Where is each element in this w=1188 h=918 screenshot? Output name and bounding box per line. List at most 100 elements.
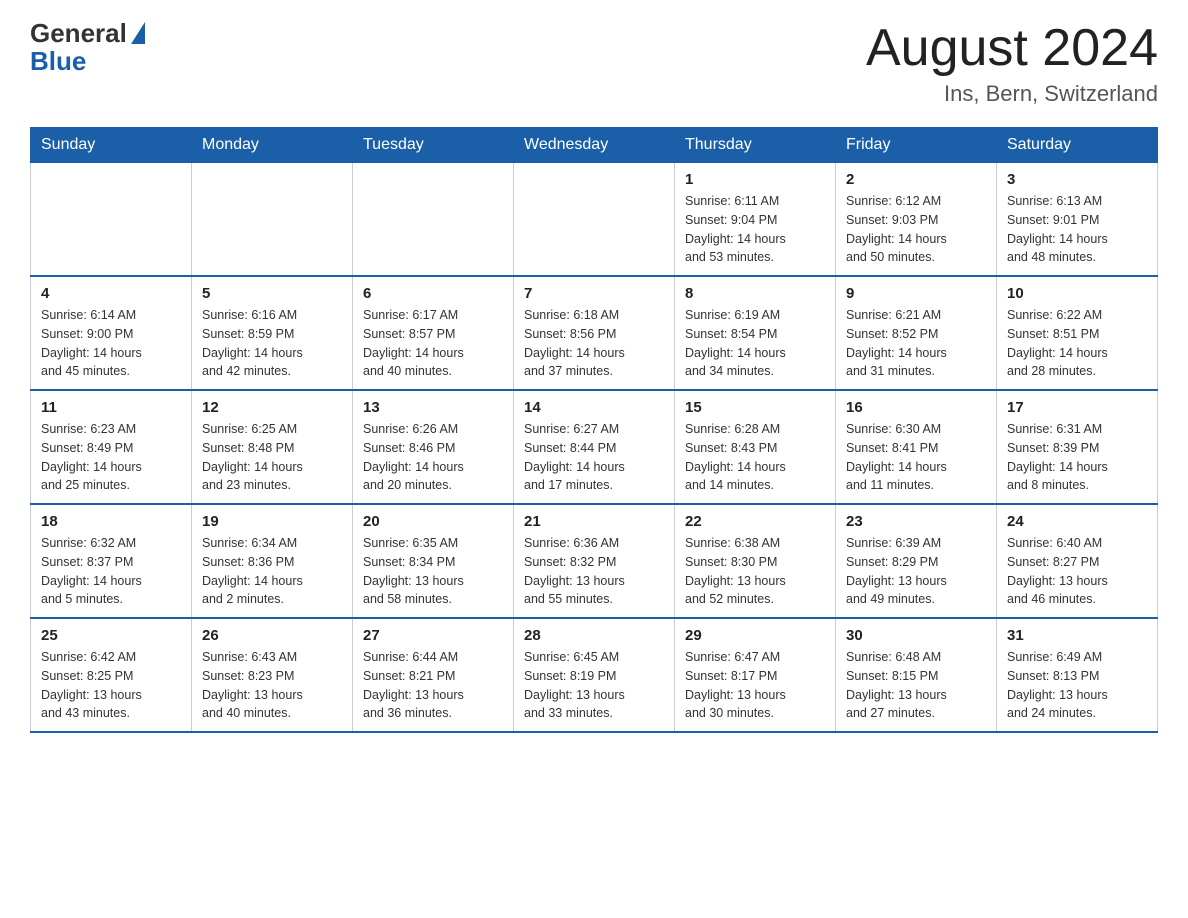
calendar-cell: 18 Sunrise: 6:32 AMSunset: 8:37 PMDayligh… xyxy=(31,504,192,618)
header-thursday: Thursday xyxy=(675,128,836,163)
day-number: 8 xyxy=(685,285,825,302)
day-number: 1 xyxy=(685,171,825,188)
calendar-cell: 25 Sunrise: 6:42 AMSunset: 8:25 PMDayligh… xyxy=(31,618,192,732)
day-number: 25 xyxy=(41,627,181,644)
calendar-cell: 30Sunrise: 6:48 AMSunset: 8:15 PMDayligh… xyxy=(836,618,997,732)
calendar-cell: 11 Sunrise: 6:23 AMSunset: 8:49 PMDayligh… xyxy=(31,390,192,504)
day-number: 13 xyxy=(363,399,503,416)
calendar-cell: 6Sunrise: 6:17 AMSunset: 8:57 PMDaylight… xyxy=(353,276,514,390)
day-info: Sunrise: 6:47 AMSunset: 8:17 PMDaylight:… xyxy=(685,648,825,723)
header-tuesday: Tuesday xyxy=(353,128,514,163)
day-info: Sunrise: 6:18 AMSunset: 8:56 PMDaylight:… xyxy=(524,306,664,381)
calendar-cell: 5 Sunrise: 6:16 AMSunset: 8:59 PMDaylight… xyxy=(192,276,353,390)
day-number: 21 xyxy=(524,513,664,530)
day-info: Sunrise: 6:30 AMSunset: 8:41 PMDaylight:… xyxy=(846,420,986,495)
title-block: August 2024 Ins, Bern, Switzerland xyxy=(866,20,1158,107)
calendar-week-2: 4 Sunrise: 6:14 AMSunset: 9:00 PMDaylight… xyxy=(31,276,1158,390)
calendar-cell: 3 Sunrise: 6:13 AMSunset: 9:01 PMDaylight… xyxy=(997,163,1158,277)
calendar-cell: 7 Sunrise: 6:18 AMSunset: 8:56 PMDaylight… xyxy=(514,276,675,390)
day-info: Sunrise: 6:39 AMSunset: 8:29 PMDaylight:… xyxy=(846,534,986,609)
day-info: Sunrise: 6:40 AMSunset: 8:27 PMDaylight:… xyxy=(1007,534,1147,609)
day-info: Sunrise: 6:42 AMSunset: 8:25 PMDaylight:… xyxy=(41,648,181,723)
day-info: Sunrise: 6:25 AMSunset: 8:48 PMDaylight:… xyxy=(202,420,342,495)
calendar-header-row: SundayMondayTuesdayWednesdayThursdayFrid… xyxy=(31,128,1158,163)
calendar-cell xyxy=(514,163,675,277)
day-number: 12 xyxy=(202,399,342,416)
day-number: 17 xyxy=(1007,399,1147,416)
day-number: 20 xyxy=(363,513,503,530)
day-info: Sunrise: 6:11 AMSunset: 9:04 PMDaylight:… xyxy=(685,192,825,267)
day-number: 14 xyxy=(524,399,664,416)
day-info: Sunrise: 6:13 AMSunset: 9:01 PMDaylight:… xyxy=(1007,192,1147,267)
day-info: Sunrise: 6:16 AMSunset: 8:59 PMDaylight:… xyxy=(202,306,342,381)
day-info: Sunrise: 6:19 AMSunset: 8:54 PMDaylight:… xyxy=(685,306,825,381)
header-saturday: Saturday xyxy=(997,128,1158,163)
header-monday: Monday xyxy=(192,128,353,163)
logo: General Blue xyxy=(30,20,145,77)
day-number: 2 xyxy=(846,171,986,188)
day-info: Sunrise: 6:17 AMSunset: 8:57 PMDaylight:… xyxy=(363,306,503,381)
calendar-cell: 21 Sunrise: 6:36 AMSunset: 8:32 PMDayligh… xyxy=(514,504,675,618)
day-info: Sunrise: 6:34 AMSunset: 8:36 PMDaylight:… xyxy=(202,534,342,609)
day-number: 9 xyxy=(846,285,986,302)
day-number: 11 xyxy=(41,399,181,416)
calendar-cell: 24 Sunrise: 6:40 AMSunset: 8:27 PMDayligh… xyxy=(997,504,1158,618)
day-number: 7 xyxy=(524,285,664,302)
day-info: Sunrise: 6:43 AMSunset: 8:23 PMDaylight:… xyxy=(202,648,342,723)
calendar-cell: 23 Sunrise: 6:39 AMSunset: 8:29 PMDayligh… xyxy=(836,504,997,618)
header-sunday: Sunday xyxy=(31,128,192,163)
calendar-cell: 22Sunrise: 6:38 AMSunset: 8:30 PMDayligh… xyxy=(675,504,836,618)
header-wednesday: Wednesday xyxy=(514,128,675,163)
calendar-cell: 31Sunrise: 6:49 AMSunset: 8:13 PMDayligh… xyxy=(997,618,1158,732)
day-info: Sunrise: 6:44 AMSunset: 8:21 PMDaylight:… xyxy=(363,648,503,723)
day-info: Sunrise: 6:28 AMSunset: 8:43 PMDaylight:… xyxy=(685,420,825,495)
day-number: 19 xyxy=(202,513,342,530)
calendar-cell xyxy=(31,163,192,277)
calendar-week-1: 1 Sunrise: 6:11 AMSunset: 9:04 PMDaylight… xyxy=(31,163,1158,277)
day-number: 27 xyxy=(363,627,503,644)
day-info: Sunrise: 6:27 AMSunset: 8:44 PMDaylight:… xyxy=(524,420,664,495)
calendar-cell: 16 Sunrise: 6:30 AMSunset: 8:41 PMDayligh… xyxy=(836,390,997,504)
logo-general: General xyxy=(30,20,127,46)
calendar-cell: 4 Sunrise: 6:14 AMSunset: 9:00 PMDaylight… xyxy=(31,276,192,390)
calendar-cell: 19 Sunrise: 6:34 AMSunset: 8:36 PMDayligh… xyxy=(192,504,353,618)
day-number: 29 xyxy=(685,627,825,644)
day-info: Sunrise: 6:48 AMSunset: 8:15 PMDaylight:… xyxy=(846,648,986,723)
day-info: Sunrise: 6:32 AMSunset: 8:37 PMDaylight:… xyxy=(41,534,181,609)
calendar-week-4: 18 Sunrise: 6:32 AMSunset: 8:37 PMDayligh… xyxy=(31,504,1158,618)
day-number: 16 xyxy=(846,399,986,416)
day-number: 3 xyxy=(1007,171,1147,188)
calendar-cell: 9Sunrise: 6:21 AMSunset: 8:52 PMDaylight… xyxy=(836,276,997,390)
day-info: Sunrise: 6:12 AMSunset: 9:03 PMDaylight:… xyxy=(846,192,986,267)
day-info: Sunrise: 6:35 AMSunset: 8:34 PMDaylight:… xyxy=(363,534,503,609)
page-header: General Blue August 2024 Ins, Bern, Swit… xyxy=(30,20,1158,107)
day-number: 28 xyxy=(524,627,664,644)
day-number: 18 xyxy=(41,513,181,530)
calendar-cell: 8 Sunrise: 6:19 AMSunset: 8:54 PMDaylight… xyxy=(675,276,836,390)
day-info: Sunrise: 6:31 AMSunset: 8:39 PMDaylight:… xyxy=(1007,420,1147,495)
calendar-cell: 15Sunrise: 6:28 AMSunset: 8:43 PMDayligh… xyxy=(675,390,836,504)
calendar-cell: 29 Sunrise: 6:47 AMSunset: 8:17 PMDayligh… xyxy=(675,618,836,732)
header-friday: Friday xyxy=(836,128,997,163)
calendar-cell: 27 Sunrise: 6:44 AMSunset: 8:21 PMDayligh… xyxy=(353,618,514,732)
location: Ins, Bern, Switzerland xyxy=(866,81,1158,107)
calendar-cell xyxy=(353,163,514,277)
day-number: 31 xyxy=(1007,627,1147,644)
logo-blue: Blue xyxy=(30,46,86,77)
day-info: Sunrise: 6:14 AMSunset: 9:00 PMDaylight:… xyxy=(41,306,181,381)
day-number: 23 xyxy=(846,513,986,530)
calendar-cell: 12 Sunrise: 6:25 AMSunset: 8:48 PMDayligh… xyxy=(192,390,353,504)
day-number: 4 xyxy=(41,285,181,302)
day-number: 5 xyxy=(202,285,342,302)
calendar-cell: 13Sunrise: 6:26 AMSunset: 8:46 PMDayligh… xyxy=(353,390,514,504)
calendar-cell: 2 Sunrise: 6:12 AMSunset: 9:03 PMDaylight… xyxy=(836,163,997,277)
day-info: Sunrise: 6:36 AMSunset: 8:32 PMDaylight:… xyxy=(524,534,664,609)
day-info: Sunrise: 6:23 AMSunset: 8:49 PMDaylight:… xyxy=(41,420,181,495)
calendar-cell: 17 Sunrise: 6:31 AMSunset: 8:39 PMDayligh… xyxy=(997,390,1158,504)
day-info: Sunrise: 6:38 AMSunset: 8:30 PMDaylight:… xyxy=(685,534,825,609)
calendar-cell: 10Sunrise: 6:22 AMSunset: 8:51 PMDayligh… xyxy=(997,276,1158,390)
calendar-week-5: 25 Sunrise: 6:42 AMSunset: 8:25 PMDayligh… xyxy=(31,618,1158,732)
day-number: 24 xyxy=(1007,513,1147,530)
calendar-table: SundayMondayTuesdayWednesdayThursdayFrid… xyxy=(30,127,1158,733)
day-info: Sunrise: 6:22 AMSunset: 8:51 PMDaylight:… xyxy=(1007,306,1147,381)
